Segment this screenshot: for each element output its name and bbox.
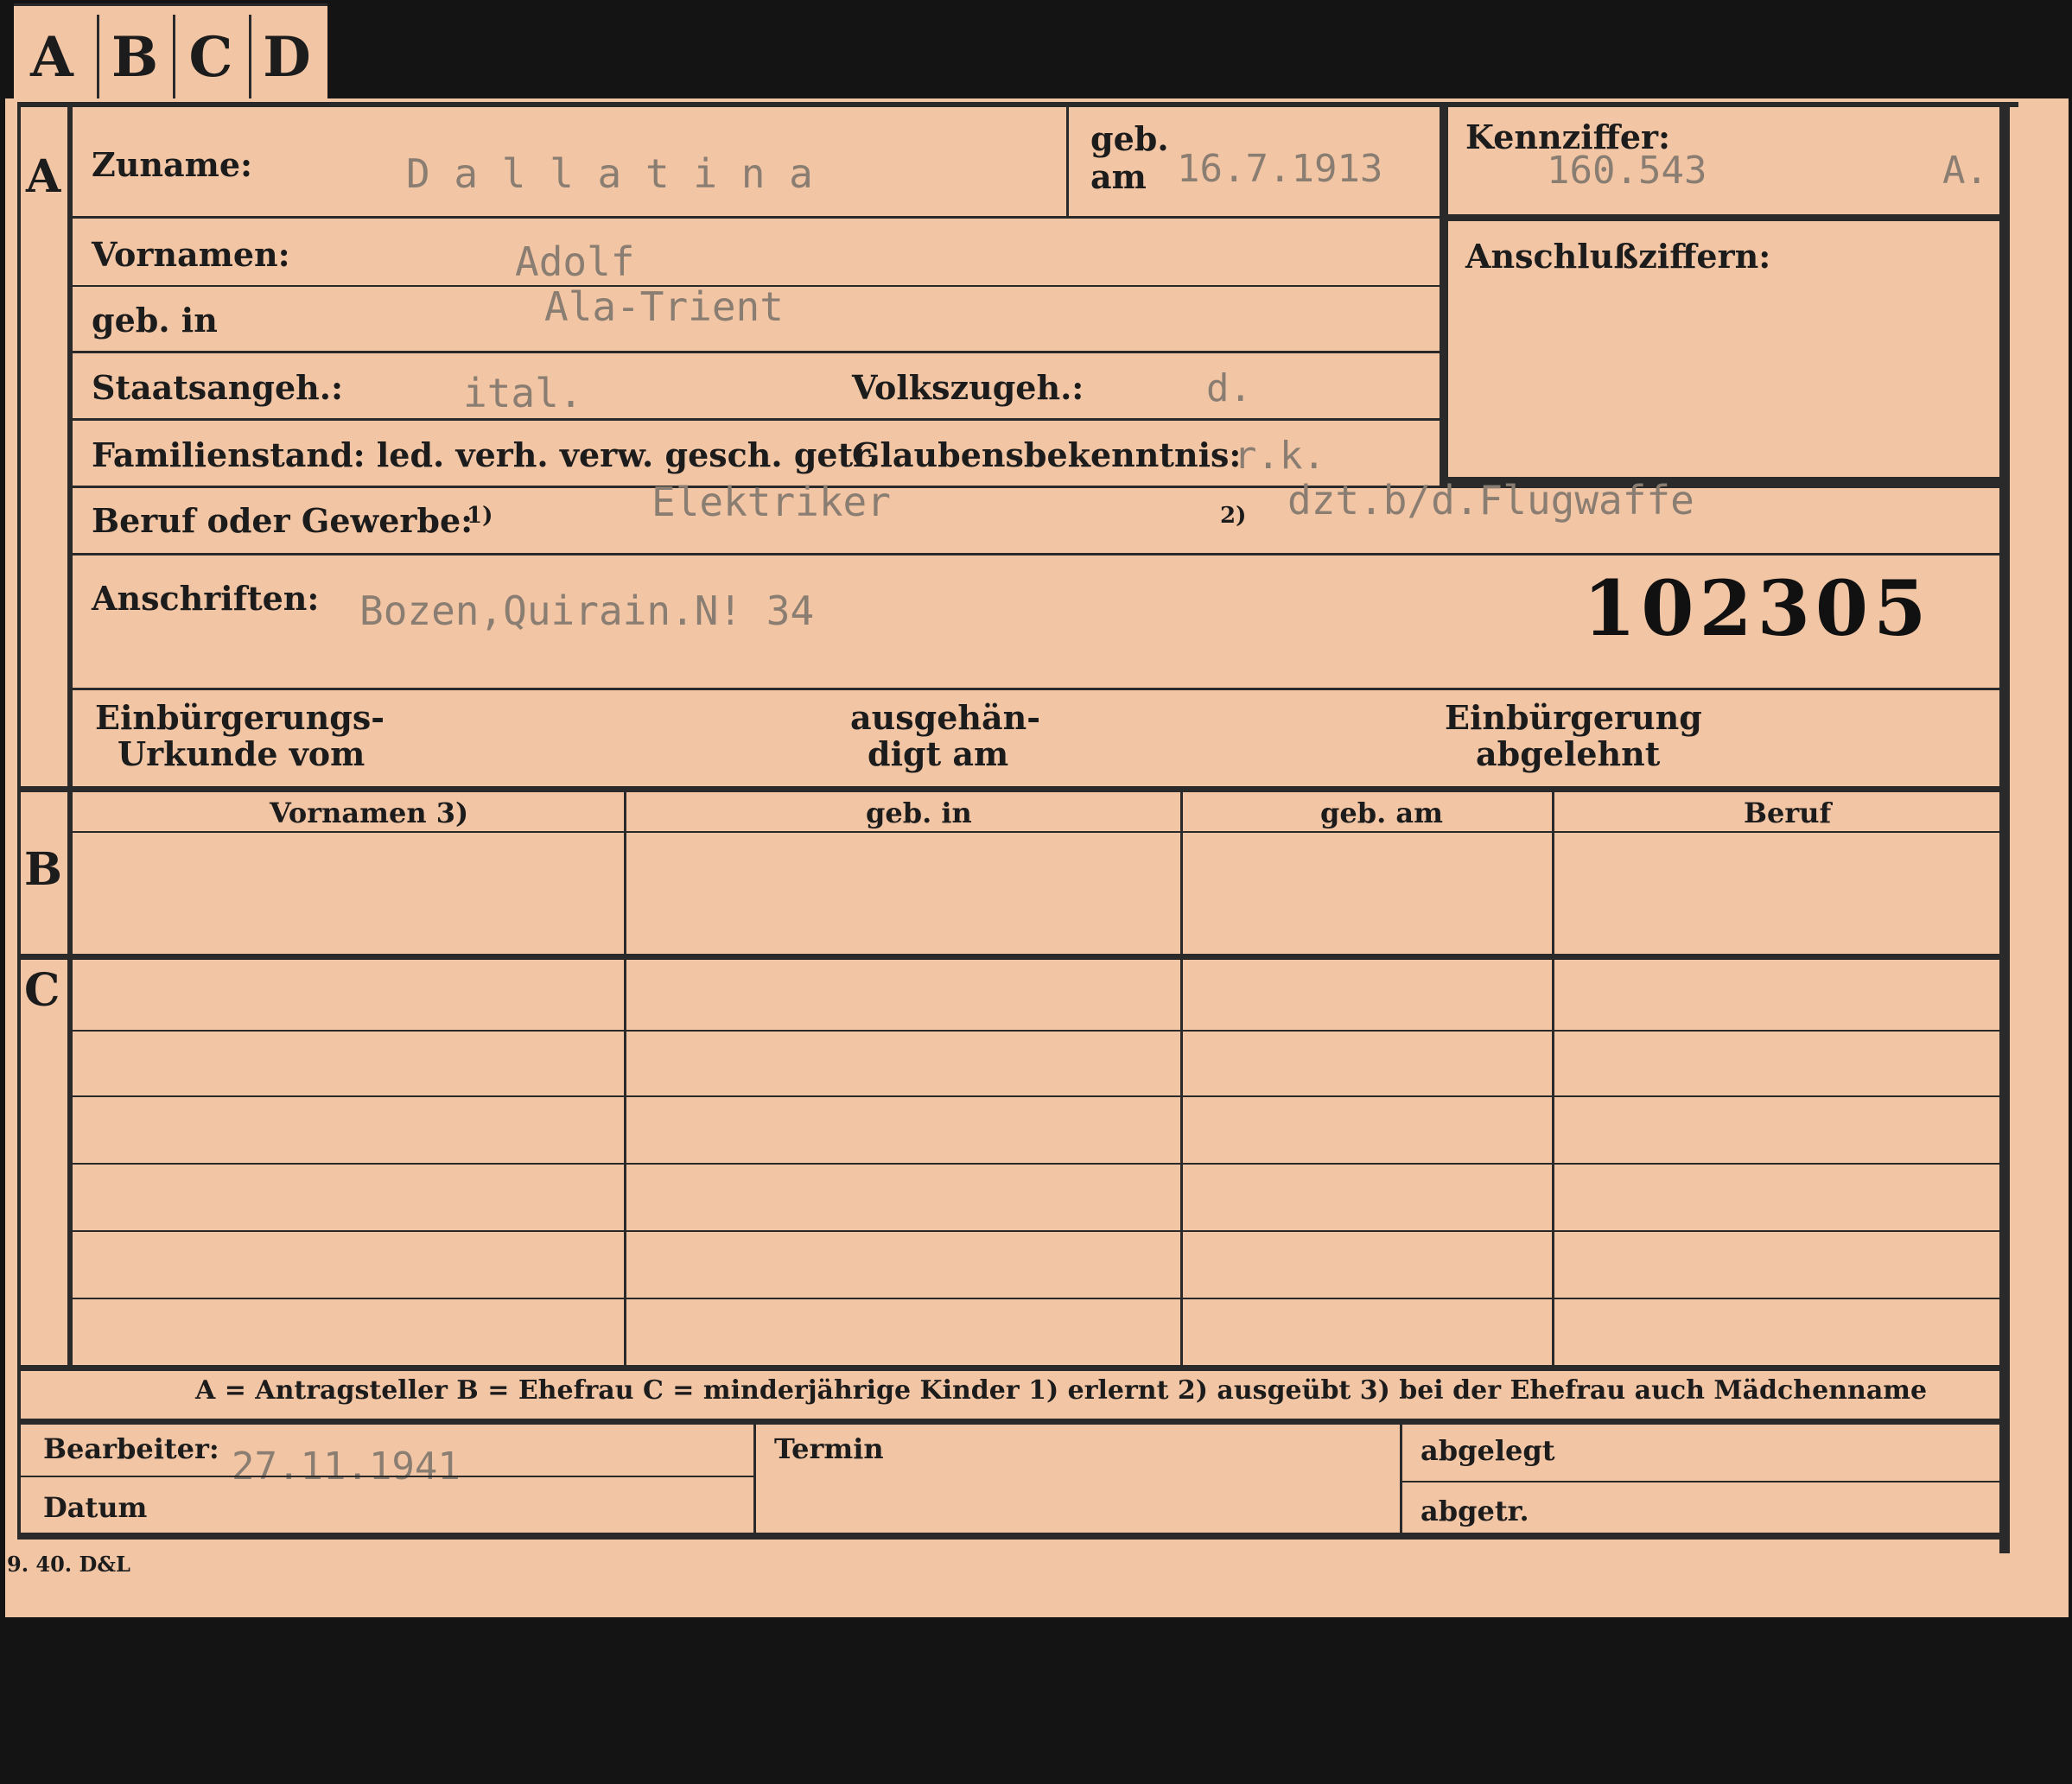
legend-top <box>17 1365 2005 1371</box>
label-volkszugeh: Volkszugeh.: <box>852 368 1084 407</box>
col-header-geb-am: geb. am <box>1320 797 1443 829</box>
frame-bottom <box>17 1533 2010 1540</box>
row-line <box>73 1095 1999 1097</box>
row-line <box>73 688 1999 690</box>
label-staatsangeh: Staatsangeh.: <box>92 368 344 407</box>
label-ausgehaendigt-1: ausgehän- <box>850 698 1041 737</box>
tab-a: A <box>30 25 73 90</box>
kennziffer-box-left <box>1440 107 1448 487</box>
label-anschlussziffern: Anschlußziffern: <box>1465 237 1771 276</box>
value-anschrift: Bozen,Quirain.N! 34 <box>359 587 815 634</box>
label-anschriften: Anschriften: <box>92 579 320 618</box>
row-line <box>73 1298 1999 1299</box>
value-staatsangeh: ital. <box>463 370 583 416</box>
label-einbuergerung-abgelehnt-1: Einbürgerung <box>1445 698 1702 737</box>
kennziffer-box-divider <box>1446 214 1999 221</box>
stamp-number: 102305 <box>1583 563 1932 653</box>
label-einbuergerungsurkunde-2: Urkunde vom <box>118 734 365 773</box>
label-datum: Datum <box>43 1491 148 1524</box>
printer-mark: 9. 40. D&L <box>7 1552 130 1577</box>
label-abgelegt: abgelegt <box>1421 1434 1555 1467</box>
value-kennziffer-suffix: A. <box>1942 149 1988 193</box>
value-glaubensbekenntnis: r.k. <box>1234 434 1325 478</box>
value-vornamen: Adolf <box>515 238 635 285</box>
col-divider <box>1552 790 1554 1370</box>
row-line <box>73 486 1999 488</box>
label-zuname: Zuname: <box>92 145 253 184</box>
label-geb: geb. <box>1090 119 1169 158</box>
frame-right <box>1999 102 2010 1553</box>
label-geb-in: geb. in <box>92 301 218 340</box>
col-header-vornamen: Vornamen 3) <box>270 797 469 829</box>
tab-d: D <box>263 25 311 90</box>
row-line <box>73 553 1999 556</box>
index-card: A Zuname: D a l l a t i n a geb. am 16.7… <box>5 98 2069 1617</box>
footnote-1-marker: 1) <box>467 503 493 529</box>
label-bearbeiter: Bearbeiter: <box>43 1432 219 1465</box>
row-line <box>73 418 1441 421</box>
label-termin: Termin <box>774 1432 884 1465</box>
section-c-top <box>17 954 2005 960</box>
label-glaubensbekenntnis: Glaubensbekenntnis: <box>852 435 1242 474</box>
label-familienstand: Familienstand: led. verh. verw. gesch. g… <box>92 435 879 474</box>
legend-bottom <box>17 1419 2005 1425</box>
row-line <box>1401 1481 1999 1482</box>
value-geb-in: Ala-Trient <box>544 283 784 330</box>
row-line <box>73 1030 1999 1032</box>
row-line <box>73 1163 1999 1165</box>
label-ausgehaendigt-2: digt am <box>868 734 1009 773</box>
tab-c: C <box>188 25 233 90</box>
row-line <box>73 831 1999 833</box>
legend: A = Antragsteller B = Ehefrau C = minder… <box>195 1375 1928 1406</box>
value-zuname: D a l l a t i n a <box>406 150 813 197</box>
label-vornamen: Vornamen: <box>92 235 290 274</box>
section-label-b: B <box>24 843 62 896</box>
value-volkszugeh: d. <box>1206 366 1252 410</box>
section-label-c: C <box>24 964 60 1017</box>
label-am: am <box>1090 157 1147 196</box>
register-tabs: A B C D <box>14 3 327 103</box>
row-line <box>73 1230 1999 1232</box>
tab-b: B <box>111 25 159 90</box>
label-beruf: Beruf oder Gewerbe: <box>92 501 474 540</box>
divider <box>1066 107 1069 216</box>
col-divider <box>1180 790 1183 1370</box>
row-line <box>73 216 1441 219</box>
frame-top <box>17 102 2018 107</box>
row-line <box>73 351 1441 353</box>
section-b-top <box>17 786 2005 792</box>
label-einbuergerung-abgelehnt-2: abgelehnt <box>1476 734 1661 773</box>
col-header-geb-in: geb. in <box>866 797 972 829</box>
label-einbuergerungsurkunde-1: Einbürgerungs- <box>95 698 385 737</box>
value-geb-am: 16.7.1913 <box>1177 147 1383 191</box>
section-label-a: A <box>26 150 61 203</box>
col-header-beruf: Beruf <box>1744 797 1832 829</box>
section-column-divider <box>67 107 73 1368</box>
col-divider <box>624 790 626 1370</box>
value-beruf-ausgeuebt: dzt.b/d.Flugwaffe <box>1287 477 1694 524</box>
footnote-2-marker: 2) <box>1220 503 1247 529</box>
label-abgetr: abgetr. <box>1421 1495 1529 1527</box>
col-divider <box>1400 1422 1402 1533</box>
value-datum: 27.11.1941 <box>232 1444 461 1489</box>
frame-left <box>17 102 21 1536</box>
col-divider <box>753 1422 756 1533</box>
value-beruf-erlernt: Elektriker <box>651 479 891 525</box>
value-kennziffer: 160.543 <box>1547 149 1707 193</box>
row-line <box>17 1476 755 1477</box>
